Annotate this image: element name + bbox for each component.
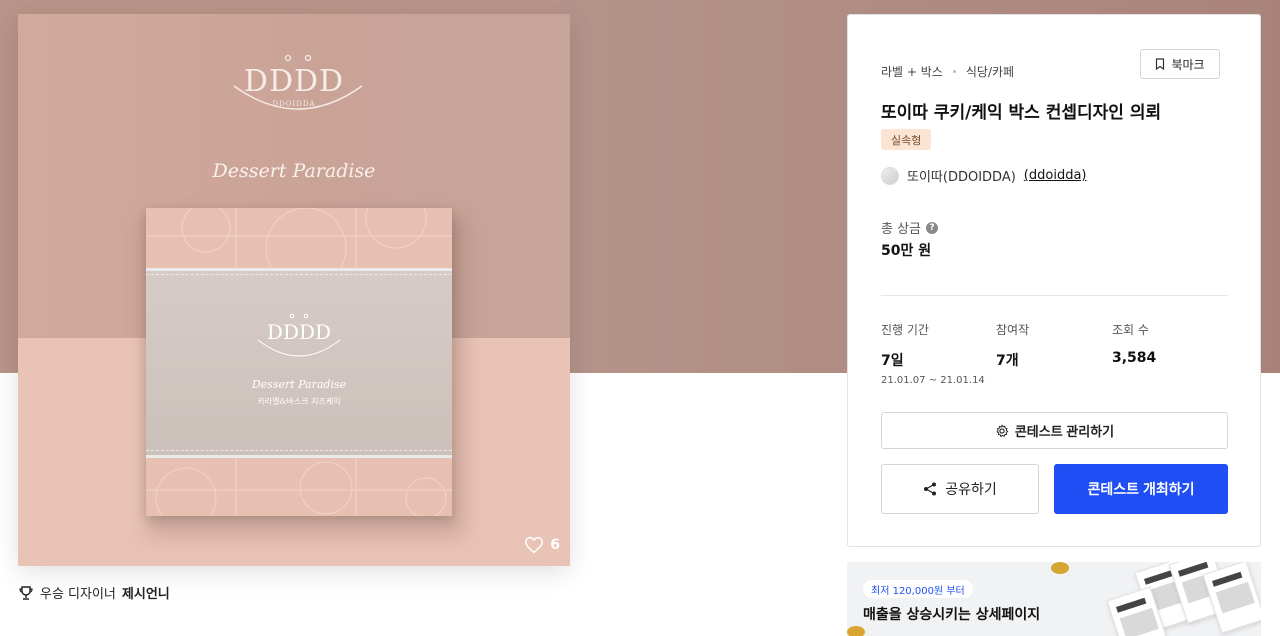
contest-info-panel: 라벨 + 박스 식당/카페 북마크 또이따 쿠키/케익 박스 컨셉디자인 의뢰 …	[847, 14, 1261, 547]
host-contest-button[interactable]: 콘테스트 개최하기	[1054, 464, 1228, 514]
box-logo-text: DDDD	[266, 320, 332, 344]
share-button[interactable]: 공유하기	[881, 464, 1039, 514]
designer-prefix: 우승 디자이너	[40, 587, 116, 602]
bookmark-icon	[1156, 58, 1165, 70]
contest-holder: 또이따(DDOIDDA) (ddoidda)	[881, 166, 1086, 185]
stat-label: 진행 기간	[881, 323, 929, 337]
trophy-icon	[19, 585, 33, 600]
breadcrumb-separator	[952, 70, 956, 73]
manage-contest-button[interactable]: 콘테스트 관리하기	[881, 412, 1228, 449]
stat-value: 3,584	[1112, 350, 1157, 366]
logo-subtext: DDOIDDA	[272, 100, 316, 108]
stat-views: 조회 수 3,584	[1112, 321, 1156, 366]
category-main[interactable]: 라벨 + 박스	[881, 63, 943, 80]
divider	[881, 295, 1228, 296]
logo-text: DDDD	[243, 64, 345, 99]
stat-duration: 진행 기간 7일 21.01.07 ~ 21.01.14	[881, 321, 985, 386]
product-box: DDDD Dessert Paradise 카라멜&바스크 치즈케익	[146, 208, 452, 516]
breadcrumb: 라벨 + 박스 식당/카페	[881, 63, 1014, 80]
share-label: 공유하기	[945, 481, 997, 497]
category-sub[interactable]: 식당/카페	[966, 63, 1014, 80]
like-count: 6	[550, 537, 560, 553]
contest-title: 또이따 쿠키/케익 박스 컨셉디자인 의뢰	[881, 103, 1162, 123]
coin-graphic	[847, 626, 865, 636]
winner-designer: 우승 디자이너 제시언니	[18, 583, 170, 602]
box-stitch-top	[146, 274, 452, 275]
page-mockup-graphic	[1202, 562, 1261, 634]
box-label-band	[146, 268, 452, 458]
box-subtitle: 카라멜&바스크 치즈케익	[257, 397, 341, 406]
prize-label-text: 총 상금	[881, 222, 922, 237]
box-stitch-bottom	[146, 450, 452, 451]
contest-type-badge: 실속형	[881, 129, 932, 150]
like-button[interactable]: 6	[524, 536, 560, 554]
holder-handle-link[interactable]: (ddoidda)	[1024, 168, 1087, 183]
box-tagline: Dessert Paradise	[251, 378, 347, 391]
product-image[interactable]: DDDD DDOIDDA Dessert Paradise DDDD Desse…	[18, 14, 570, 566]
stat-label: 조회 수	[1112, 323, 1149, 337]
bookmark-label: 북마크	[1171, 57, 1205, 72]
designer-name[interactable]: 제시언니	[122, 583, 170, 602]
bookmark-button[interactable]: 북마크	[1140, 49, 1220, 79]
avatar[interactable]	[881, 166, 899, 185]
help-icon[interactable]: ?	[926, 221, 939, 234]
stat-label: 참여작	[996, 323, 1030, 337]
share-icon	[924, 482, 937, 496]
manage-label: 콘테스트 관리하기	[1014, 424, 1115, 439]
tagline: Dessert Paradise	[212, 160, 376, 182]
prize-value: 50만 원	[881, 243, 932, 259]
ad-price-pill: 최저 120,000원 부터	[863, 580, 973, 598]
holder-name: 또이따(DDOIDDA)	[907, 170, 1016, 185]
heart-icon	[525, 536, 544, 554]
stat-value: 7일	[881, 353, 904, 369]
stat-date-range: 21.01.07 ~ 21.01.14	[881, 375, 985, 386]
prize-label: 총 상금 ?	[881, 218, 939, 237]
gear-icon	[996, 423, 1009, 437]
coin-graphic	[1051, 562, 1069, 574]
ad-banner[interactable]: 최저 120,000원 부터 매출을 상승시키는 상세페이지	[847, 562, 1261, 636]
stat-entries: 참여작 7개	[996, 321, 1029, 370]
stat-value: 7개	[996, 353, 1019, 369]
ad-title: 매출을 상승시키는 상세페이지	[863, 607, 1041, 623]
